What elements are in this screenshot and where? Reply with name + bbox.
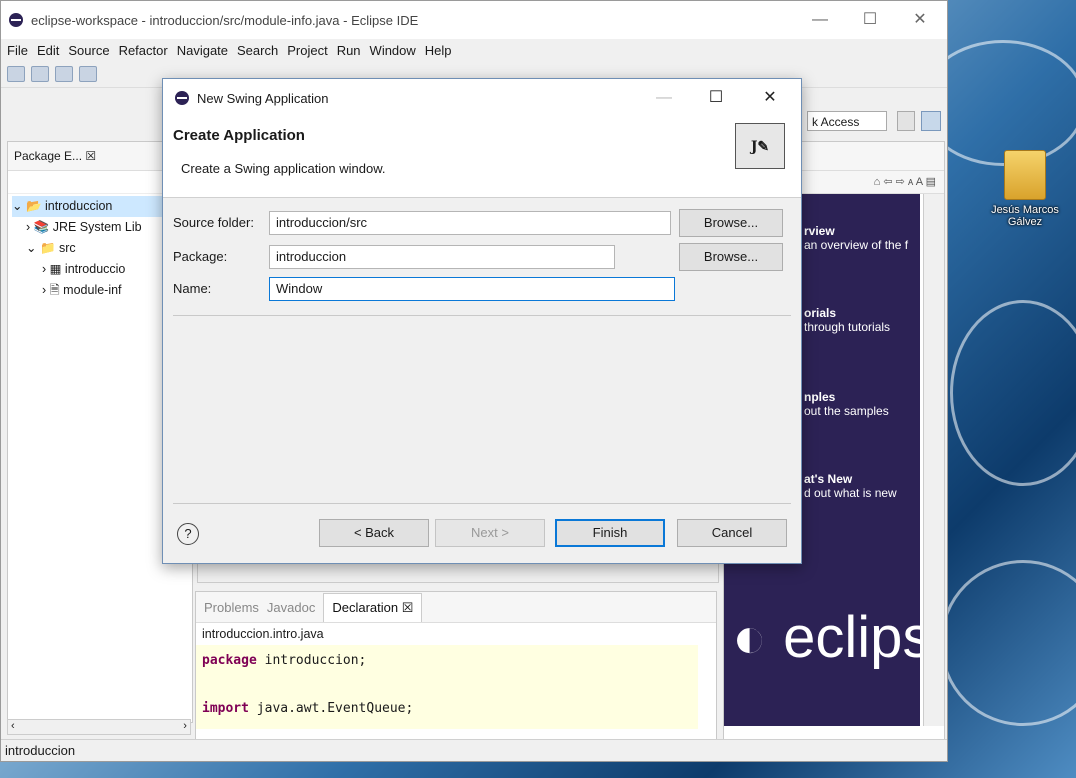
status-bar: introduccion <box>1 739 947 761</box>
quick-access-input[interactable]: k Access <box>807 111 887 131</box>
package-explorer-hscroll[interactable]: ‹ › <box>7 719 191 735</box>
menu-edit[interactable]: Edit <box>37 43 59 58</box>
menu-file[interactable]: File <box>7 43 28 58</box>
welcome-tutorials[interactable]: orials through tutorials <box>804 306 920 334</box>
eclipse-logo-icon <box>9 13 23 27</box>
tab-declaration[interactable]: Declaration ☒ <box>323 592 423 622</box>
dialog-separator <box>173 315 791 316</box>
dialog-titlebar[interactable]: New Swing Application — ☐ ✕ <box>163 79 801 117</box>
java-perspective-icon[interactable] <box>921 111 941 131</box>
folder-icon <box>1004 150 1046 200</box>
save-icon[interactable] <box>55 66 73 82</box>
name-input[interactable]: Window <box>269 277 675 301</box>
menu-refactor[interactable]: Refactor <box>119 43 168 58</box>
new-swing-application-dialog: New Swing Application — ☐ ✕ Create Appli… <box>162 78 802 564</box>
dialog-minimize-button: — <box>656 89 672 106</box>
dialog-separator <box>173 503 791 504</box>
back-button[interactable]: < Back <box>319 519 429 547</box>
source-folder-row: Source folder: introduccion/src Browse..… <box>173 209 793 237</box>
window-title: eclipse-workspace - introduccion/src/mod… <box>31 12 419 28</box>
close-button[interactable]: ✕ <box>897 1 943 39</box>
name-row: Name: Window <box>173 277 793 301</box>
save-all-icon[interactable] <box>79 66 97 82</box>
browse-package-button[interactable]: Browse... <box>679 243 783 271</box>
package-explorer-label: Package E... ☒ <box>14 149 97 163</box>
dialog-header-description: Create a Swing application window. <box>181 161 386 176</box>
dialog-title: New Swing Application <box>197 90 329 106</box>
new-project-icon[interactable] <box>31 66 49 82</box>
browse-source-folder-button[interactable]: Browse... <box>679 209 783 237</box>
declaration-path: introduccion.intro.java <box>202 627 324 641</box>
menu-navigate[interactable]: Navigate <box>177 43 228 58</box>
source-folder-label: Source folder: <box>173 215 254 230</box>
finish-button[interactable]: Finish <box>555 519 665 547</box>
welcome-whats-new[interactable]: at's New d out what is new <box>804 472 920 500</box>
welcome-samples[interactable]: nples out the samples <box>804 390 920 418</box>
help-icon[interactable]: ? <box>177 523 199 545</box>
new-icon[interactable] <box>7 66 25 82</box>
eclipse-brand: ◐ eclips <box>732 605 932 670</box>
welcome-overview[interactable]: rview an overview of the f <box>804 224 920 252</box>
menu-source[interactable]: Source <box>68 43 109 58</box>
open-perspective-icon[interactable] <box>897 111 915 131</box>
menu-bar: File Edit Source Refactor Navigate Searc… <box>1 39 947 61</box>
menu-help[interactable]: Help <box>425 43 452 58</box>
editor-hscroll[interactable] <box>197 563 719 583</box>
welcome-vscroll[interactable] <box>923 194 944 726</box>
dialog-close-button[interactable]: ✕ <box>747 79 793 117</box>
package-label: Package: <box>173 249 228 264</box>
next-button: Next > <box>435 519 545 547</box>
minimize-button[interactable]: — <box>797 1 843 39</box>
eclipse-logo-icon <box>175 91 189 105</box>
cancel-button[interactable]: Cancel <box>677 519 787 547</box>
desktop-folder-shortcut[interactable]: Jesús Marcos Gálvez <box>980 150 1070 228</box>
package-input[interactable]: introduccion <box>269 245 615 269</box>
bottom-panel: Problems Javadoc Declaration ☒ introducc… <box>195 591 717 743</box>
status-text: introduccion <box>5 743 76 758</box>
dialog-header: Create Application Create a Swing applic… <box>163 117 801 198</box>
dialog-maximize-button[interactable]: ☐ <box>693 79 739 117</box>
menu-window[interactable]: Window <box>370 43 416 58</box>
tab-javadoc[interactable]: Javadoc <box>267 600 315 615</box>
code-line: package introduccion; <box>202 653 367 668</box>
window-titlebar[interactable]: eclipse-workspace - introduccion/src/mod… <box>1 1 947 39</box>
code-line: import java.awt.EventQueue; <box>202 701 414 716</box>
desktop-swirl <box>950 300 1076 486</box>
menu-run[interactable]: Run <box>337 43 361 58</box>
desktop-swirl <box>940 560 1076 726</box>
declaration-code: package introduccion; import java.awt.Ev… <box>196 645 698 729</box>
tab-problems[interactable]: Problems <box>204 600 259 615</box>
source-folder-input[interactable]: introduccion/src <box>269 211 671 235</box>
menu-search[interactable]: Search <box>237 43 278 58</box>
menu-project[interactable]: Project <box>287 43 327 58</box>
name-label: Name: <box>173 281 212 296</box>
bottom-panel-tabs: Problems Javadoc Declaration ☒ <box>196 592 716 623</box>
package-row: Package: introduccion Browse... <box>173 243 793 271</box>
maximize-button[interactable]: ☐ <box>847 1 893 39</box>
dialog-header-title: Create Application <box>173 127 305 144</box>
desktop-icon-label: Jesús Marcos Gálvez <box>991 204 1059 228</box>
windowbuilder-logo-icon: J✎ <box>735 123 785 169</box>
